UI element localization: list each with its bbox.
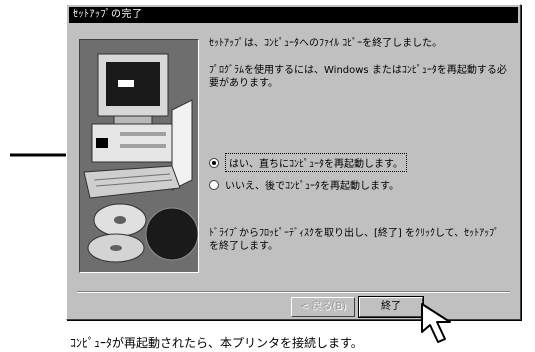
restart-now-label[interactable]: はい、直ちにｺﾝﾋﾟｭｰﾀを再起動します。 [225, 153, 407, 172]
setup-complete-dialog: ｾｯﾄｱｯﾌﾟの完了 ｾｯﾄｱｯﾌﾟは、ｺﾝﾋﾟｭｰﾀへのﾌｧｲﾙ ｺﾋﾟｰを終… [66, 4, 521, 320]
setup-illustration [79, 39, 199, 273]
copy-complete-message: ｾｯﾄｱｯﾌﾟは、ｺﾝﾋﾟｭｰﾀへのﾌｧｲﾙ ｺﾋﾟｰを終了しました。 [209, 38, 443, 49]
restart-now-radio[interactable] [209, 157, 219, 168]
remove-disk-message: ﾄﾞﾗｲﾌﾞからﾌﾛｯﾋﾟｰﾃﾞｨｽｸを取り出し、[終了] をｸﾘｯｸして、ｾｯ… [209, 228, 500, 252]
restart-later-option[interactable]: いいえ、後でｺﾝﾋﾟｭｰﾀを再起動します。 [209, 177, 399, 192]
dialog-title: ｾｯﾄｱｯﾌﾟの完了 [73, 9, 143, 20]
restart-required-message: ﾌﾟﾛｸﾞﾗﾑを使用するには、Windows またはｺﾝﾋﾟｭｰﾀを再起動する必… [209, 65, 507, 89]
finish-button[interactable]: 終了 [358, 296, 424, 318]
mouse-cursor-icon [421, 303, 451, 343]
cd-rom-illustration [87, 203, 198, 263]
restart-later-radio[interactable] [209, 179, 219, 190]
caption-text: ｺﾝﾋﾟｭｰﾀが再起動されたら、本プリンタを接続します。 [70, 336, 363, 350]
restart-now-option[interactable]: はい、直ちにｺﾝﾋﾟｭｰﾀを再起動します。 [209, 153, 407, 172]
restart-later-label[interactable]: いいえ、後でｺﾝﾋﾟｭｰﾀを再起動します。 [225, 177, 399, 192]
button-separator [77, 291, 510, 293]
back-button[interactable]: < 戻る(B) [291, 297, 355, 317]
dialog-title-bar[interactable]: ｾｯﾄｱｯﾌﾟの完了 [69, 7, 518, 23]
